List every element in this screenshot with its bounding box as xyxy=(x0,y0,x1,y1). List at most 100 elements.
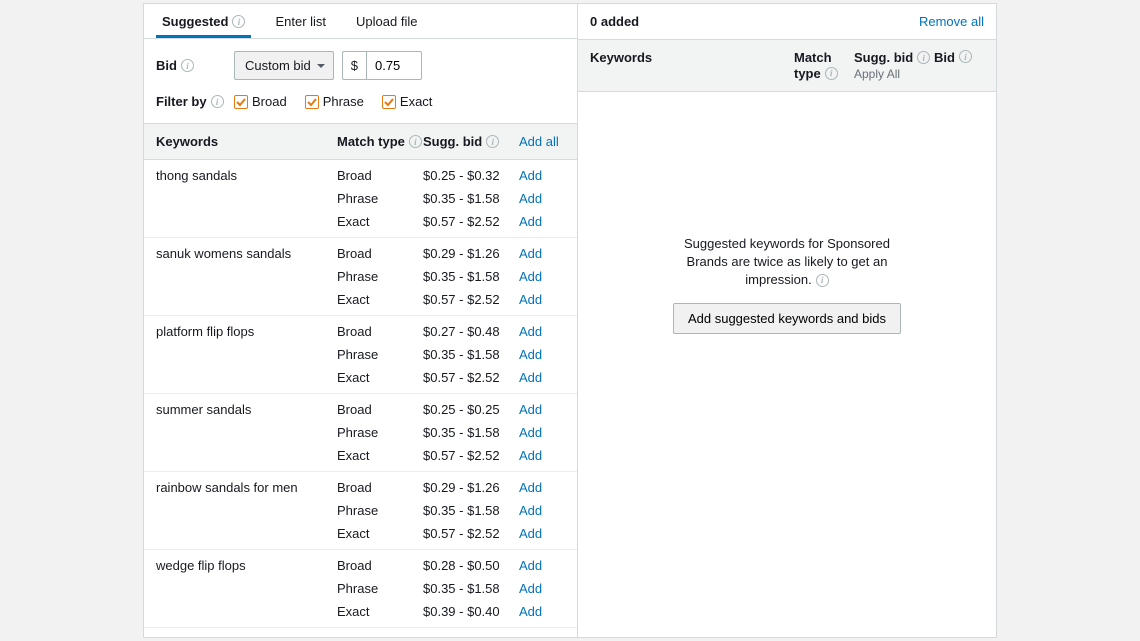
add-link[interactable]: Add xyxy=(519,425,565,440)
add-link[interactable]: Add xyxy=(519,214,565,229)
add-link[interactable]: Add xyxy=(519,503,565,518)
checkbox-label: Phrase xyxy=(323,94,364,109)
checkbox-icon xyxy=(305,95,319,109)
info-icon[interactable]: i xyxy=(959,50,972,63)
table-row: wedge flip flopsBroad$0.28 - $0.50Add xyxy=(144,550,577,577)
keyword-cell: rainbow sandals for men xyxy=(156,480,337,495)
table-row: Phrase$0.35 - $1.58Add xyxy=(144,421,577,444)
col-label: Bid xyxy=(934,50,955,65)
table-row: Phrase$0.35 - $1.58Add xyxy=(144,187,577,210)
col-match-type: Match type i xyxy=(794,50,854,81)
info-icon[interactable]: i xyxy=(917,51,930,64)
keyword-group: outdoor sandalsBroad$0.27 - $0.38AddPhra… xyxy=(144,628,577,637)
info-icon[interactable]: i xyxy=(816,274,829,287)
keyword-cell: platform flip flops xyxy=(156,324,337,339)
add-link[interactable]: Add xyxy=(519,191,565,206)
add-link[interactable]: Add xyxy=(519,269,565,284)
col-keywords: Keywords xyxy=(156,134,337,149)
add-link[interactable]: Add xyxy=(519,292,565,307)
match-type-cell: Exact xyxy=(337,292,423,307)
sugg-bid-cell: $0.35 - $1.58 xyxy=(423,269,519,284)
checkbox-icon xyxy=(234,95,248,109)
apply-all-link[interactable]: Apply All xyxy=(854,67,934,81)
add-suggested-button[interactable]: Add suggested keywords and bids xyxy=(673,303,901,334)
checkbox-label: Exact xyxy=(400,94,433,109)
add-link[interactable]: Add xyxy=(519,168,565,183)
add-link[interactable]: Add xyxy=(519,526,565,541)
checkbox-broad[interactable]: Broad xyxy=(234,94,287,109)
sugg-bid-cell: $0.29 - $1.26 xyxy=(423,480,519,495)
sugg-bid-cell: $0.57 - $2.52 xyxy=(423,214,519,229)
info-icon[interactable]: i xyxy=(409,135,422,148)
bid-label-text: Bid xyxy=(156,58,177,73)
keyword-cell: thong sandals xyxy=(156,168,337,183)
checkbox-phrase[interactable]: Phrase xyxy=(305,94,364,109)
bid-mode-select[interactable]: Custom bid xyxy=(234,51,334,80)
tab-suggested[interactable]: Suggested i xyxy=(156,4,251,38)
keyword-cell: sanuk womens sandals xyxy=(156,246,337,261)
keyword-group: wedge flip flopsBroad$0.28 - $0.50Add Phr… xyxy=(144,550,577,628)
info-icon[interactable]: i xyxy=(825,67,838,80)
suggested-keywords-pane: Suggested i Enter list Upload file Bid i… xyxy=(144,4,578,637)
add-link[interactable]: Add xyxy=(519,402,565,417)
empty-state: Suggested keywords for Sponsored Brands … xyxy=(578,92,996,637)
sugg-bid-cell: $0.25 - $0.25 xyxy=(423,402,519,417)
info-icon[interactable]: i xyxy=(211,95,224,108)
match-type-cell: Broad xyxy=(337,246,423,261)
currency-symbol: $ xyxy=(342,51,366,80)
info-icon[interactable]: i xyxy=(486,135,499,148)
added-header: 0 added Remove all xyxy=(578,4,996,40)
remove-all-link[interactable]: Remove all xyxy=(919,14,984,29)
table-row: thong sandalsBroad$0.25 - $0.32Add xyxy=(144,160,577,187)
match-type-cell: Phrase xyxy=(337,425,423,440)
sugg-bid-cell: $0.57 - $2.52 xyxy=(423,370,519,385)
info-icon[interactable]: i xyxy=(181,59,194,72)
sugg-bid-cell: $0.57 - $2.52 xyxy=(423,526,519,541)
bid-row: Bid i Custom bid $ xyxy=(156,51,565,80)
checkbox-exact[interactable]: Exact xyxy=(382,94,433,109)
tab-upload-file[interactable]: Upload file xyxy=(350,4,423,38)
info-icon[interactable]: i xyxy=(232,15,245,28)
add-all-link[interactable]: Add all xyxy=(519,134,565,149)
table-row: outdoor sandalsBroad$0.27 - $0.38Add xyxy=(144,628,577,637)
suggestions-table-body[interactable]: thong sandalsBroad$0.25 - $0.32AddPhrase… xyxy=(144,160,577,637)
sugg-bid-cell: $0.57 - $2.52 xyxy=(423,448,519,463)
match-type-cell: Broad xyxy=(337,168,423,183)
keyword-cell: outdoor sandals xyxy=(156,636,337,637)
sugg-bid-cell: $0.35 - $1.58 xyxy=(423,191,519,206)
add-link[interactable]: Add xyxy=(519,581,565,596)
match-type-cell: Exact xyxy=(337,370,423,385)
source-tabs: Suggested i Enter list Upload file xyxy=(144,4,577,39)
tab-enter-list[interactable]: Enter list xyxy=(269,4,332,38)
sugg-bid-cell: $0.35 - $1.58 xyxy=(423,425,519,440)
add-link[interactable]: Add xyxy=(519,636,565,637)
add-link[interactable]: Add xyxy=(519,480,565,495)
match-type-cell: Broad xyxy=(337,636,423,637)
add-link[interactable]: Add xyxy=(519,246,565,261)
add-link[interactable]: Add xyxy=(519,370,565,385)
bid-input[interactable] xyxy=(366,51,422,80)
added-table-header: Keywords Match type i Sugg. bid i Apply … xyxy=(578,40,996,92)
table-row: Exact$0.39 - $0.40Add xyxy=(144,600,577,627)
add-link[interactable]: Add xyxy=(519,347,565,362)
table-row: platform flip flopsBroad$0.27 - $0.48Add xyxy=(144,316,577,343)
add-link[interactable]: Add xyxy=(519,448,565,463)
keyword-cell: wedge flip flops xyxy=(156,558,337,573)
sugg-bid-cell: $0.35 - $1.58 xyxy=(423,503,519,518)
table-row: Exact$0.57 - $2.52Add xyxy=(144,522,577,549)
sugg-bid-cell: $0.27 - $0.38 xyxy=(423,636,519,637)
match-type-cell: Phrase xyxy=(337,347,423,362)
keyword-group: summer sandalsBroad$0.25 - $0.25AddPhras… xyxy=(144,394,577,472)
col-bid: Bid i xyxy=(934,50,984,65)
keyword-group: rainbow sandals for menBroad$0.29 - $1.2… xyxy=(144,472,577,550)
add-link[interactable]: Add xyxy=(519,558,565,573)
match-type-cell: Phrase xyxy=(337,581,423,596)
suggestions-table-header: Keywords Match type i Sugg. bid i Add al… xyxy=(144,124,577,160)
col-label: type xyxy=(794,66,821,82)
add-link[interactable]: Add xyxy=(519,324,565,339)
table-row: summer sandalsBroad$0.25 - $0.25Add xyxy=(144,394,577,421)
table-row: sanuk womens sandalsBroad$0.29 - $1.26Ad… xyxy=(144,238,577,265)
add-link[interactable]: Add xyxy=(519,604,565,619)
tab-label: Suggested xyxy=(162,14,228,29)
filter-label: Filter by i xyxy=(156,94,226,109)
